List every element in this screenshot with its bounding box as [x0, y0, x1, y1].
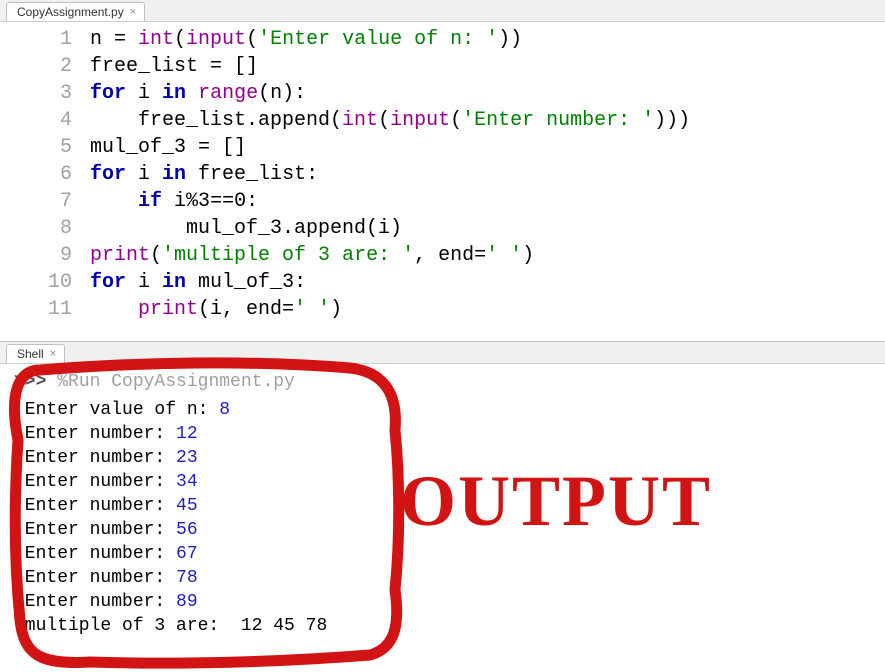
line-number: 3 — [0, 80, 90, 107]
code-text[interactable]: free_list = [] — [90, 53, 258, 80]
line-number: 7 — [0, 188, 90, 215]
code-line[interactable]: 2free_list = [] — [0, 53, 885, 80]
shell-io-line: Enter number: 34 — [14, 470, 871, 494]
shell-io-line: Enter number: 45 — [14, 494, 871, 518]
shell-io-line: Enter number: 89 — [14, 590, 871, 614]
shell-io-line: Enter value of n: 8 — [14, 398, 871, 422]
code-line[interactable]: 1n = int(input('Enter value of n: ')) — [0, 26, 885, 53]
line-number: 11 — [0, 296, 90, 323]
shell-run-line: >>> %Run CopyAssignment.py — [14, 370, 871, 394]
code-line[interactable]: 5mul_of_3 = [] — [0, 134, 885, 161]
shell-io-line: Enter number: 23 — [14, 446, 871, 470]
shell-io-line: Enter number: 78 — [14, 566, 871, 590]
code-line[interactable]: 4 free_list.append(int(input('Enter numb… — [0, 107, 885, 134]
close-icon[interactable]: × — [50, 349, 56, 360]
code-line[interactable]: 10for i in mul_of_3: — [0, 269, 885, 296]
code-text[interactable]: mul_of_3.append(i) — [90, 215, 402, 242]
code-line[interactable]: 8 mul_of_3.append(i) — [0, 215, 885, 242]
line-number: 10 — [0, 269, 90, 296]
shell-output[interactable]: >>> %Run CopyAssignment.py Enter value o… — [0, 364, 885, 648]
line-number: 5 — [0, 134, 90, 161]
code-line[interactable]: 9print('multiple of 3 are: ', end=' ') — [0, 242, 885, 269]
shell-tab[interactable]: Shell × — [6, 344, 65, 363]
line-number: 6 — [0, 161, 90, 188]
code-text[interactable]: mul_of_3 = [] — [90, 134, 246, 161]
code-line[interactable]: 7 if i%3==0: — [0, 188, 885, 215]
line-number: 2 — [0, 53, 90, 80]
shell-tab-label: Shell — [17, 347, 44, 361]
editor-tab[interactable]: CopyAssignment.py × — [6, 2, 145, 21]
code-text[interactable]: free_list.append(int(input('Enter number… — [90, 107, 690, 134]
code-text[interactable]: for i in mul_of_3: — [90, 269, 306, 296]
line-number: 8 — [0, 215, 90, 242]
editor-tab-bar: CopyAssignment.py × — [0, 0, 885, 22]
code-line[interactable]: 3for i in range(n): — [0, 80, 885, 107]
code-line[interactable]: 11 print(i, end=' ') — [0, 296, 885, 323]
code-text[interactable]: for i in free_list: — [90, 161, 318, 188]
shell-io-line: Enter number: 12 — [14, 422, 871, 446]
code-text[interactable]: if i%3==0: — [90, 188, 258, 215]
shell-panel: Shell × >>> %Run CopyAssignment.py Enter… — [0, 341, 885, 648]
code-line[interactable]: 6for i in free_list: — [0, 161, 885, 188]
line-number: 1 — [0, 26, 90, 53]
close-icon[interactable]: × — [130, 7, 136, 18]
code-text[interactable]: print('multiple of 3 are: ', end=' ') — [90, 242, 534, 269]
code-text[interactable]: n = int(input('Enter value of n: ')) — [90, 26, 522, 53]
shell-io-line: Enter number: 56 — [14, 518, 871, 542]
line-number: 9 — [0, 242, 90, 269]
shell-io-line: Enter number: 67 — [14, 542, 871, 566]
shell-result-line: multiple of 3 are: 12 45 78 — [14, 614, 871, 638]
code-text[interactable]: print(i, end=' ') — [90, 296, 342, 323]
shell-tab-bar: Shell × — [0, 342, 885, 364]
code-editor[interactable]: 1n = int(input('Enter value of n: '))2fr… — [0, 22, 885, 333]
line-number: 4 — [0, 107, 90, 134]
code-text[interactable]: for i in range(n): — [90, 80, 306, 107]
editor-tab-label: CopyAssignment.py — [17, 5, 124, 19]
